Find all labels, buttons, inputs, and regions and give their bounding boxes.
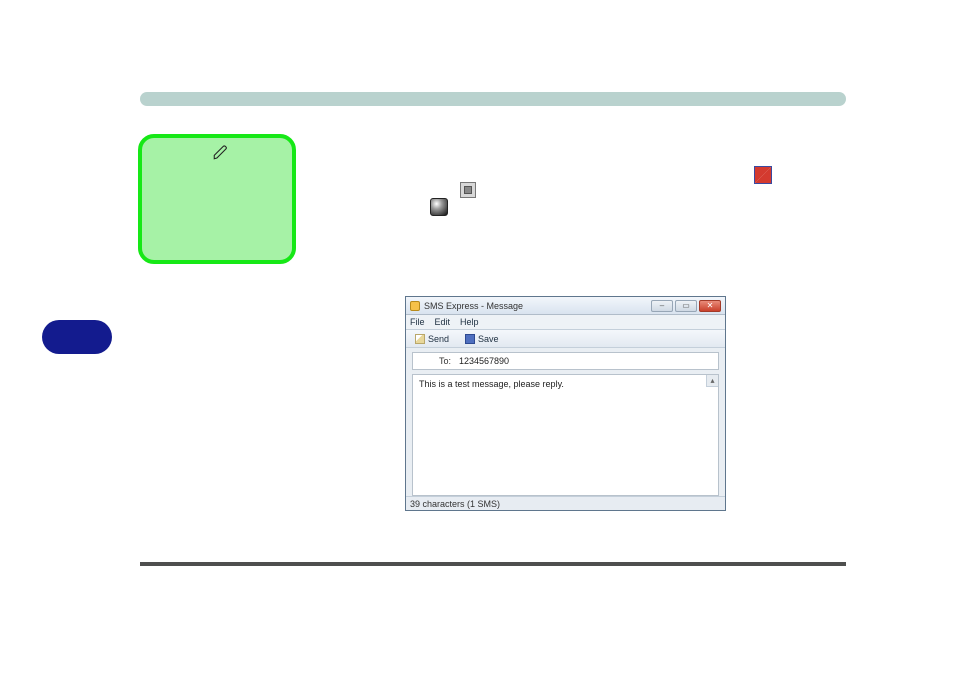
client-area: To: 1234567890 This is a test message, p… (406, 348, 725, 496)
flag-icon (754, 166, 772, 184)
pen-icon (212, 143, 230, 164)
menu-file[interactable]: File (410, 317, 425, 327)
close-button[interactable]: ✕ (699, 300, 721, 312)
sphere-icon (430, 198, 448, 216)
window-titlebar[interactable]: SMS Express - Message – ▭ ✕ (406, 297, 725, 315)
save-icon (465, 334, 475, 344)
save-label: Save (478, 334, 499, 344)
header-bar (140, 92, 846, 106)
menubar: File Edit Help (406, 315, 725, 330)
scroll-up-button[interactable]: ▴ (706, 375, 718, 387)
minimize-button[interactable]: – (651, 300, 673, 312)
blue-pill (42, 320, 112, 354)
app-icon (410, 301, 420, 311)
message-body[interactable]: This is a test message, please reply. ▴ (412, 374, 719, 496)
section-divider (140, 562, 846, 566)
maximize-button[interactable]: ▭ (675, 300, 697, 312)
mid-icons-group (430, 182, 490, 222)
to-label: To: (417, 356, 451, 366)
menu-edit[interactable]: Edit (435, 317, 451, 327)
to-field[interactable]: 1234567890 (459, 356, 714, 366)
status-text: 39 characters (1 SMS) (410, 499, 500, 509)
sticky-note (138, 134, 296, 264)
toolbar: Send Save (406, 330, 725, 348)
send-label: Send (428, 334, 449, 344)
sms-express-window: SMS Express - Message – ▭ ✕ File Edit He… (405, 296, 726, 511)
send-button[interactable]: Send (410, 332, 454, 346)
menu-help[interactable]: Help (460, 317, 479, 327)
save-button[interactable]: Save (460, 332, 504, 346)
stop-icon (460, 182, 476, 198)
send-icon (415, 334, 425, 344)
message-text: This is a test message, please reply. (419, 379, 564, 389)
statusbar: 39 characters (1 SMS) (406, 496, 725, 510)
window-title: SMS Express - Message (424, 301, 523, 311)
to-row: To: 1234567890 (412, 352, 719, 370)
